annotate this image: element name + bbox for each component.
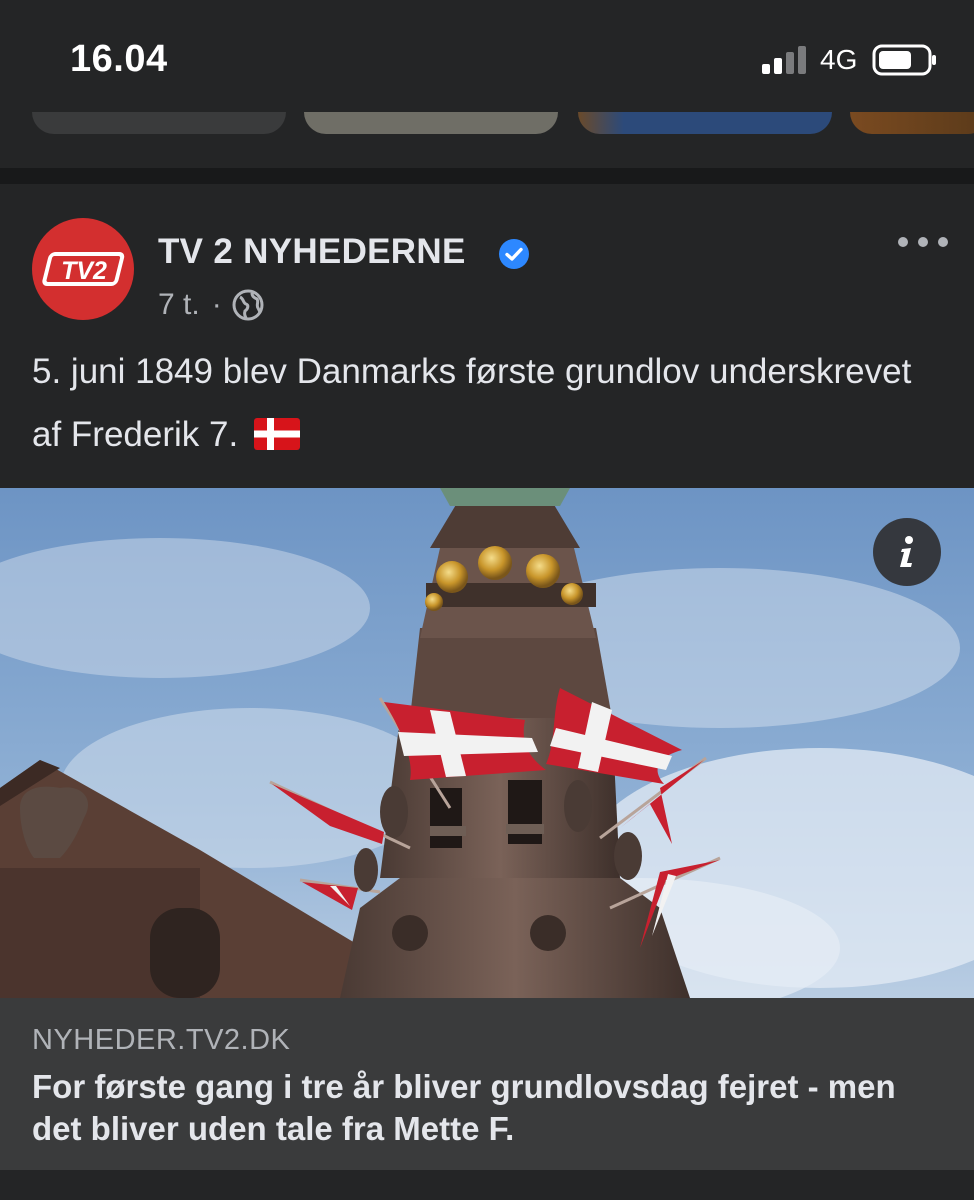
feed-post: TV2 TV 2 NYHEDERNE 7 t. · 5. juni 1849 b…: [0, 184, 974, 1170]
stories-strip[interactable]: [0, 112, 974, 168]
post-image[interactable]: [0, 488, 974, 998]
page-name[interactable]: TV 2 NYHEDERNE: [158, 232, 466, 272]
status-bar: 16.04 4G: [0, 0, 974, 112]
status-time: 16.04: [70, 38, 168, 80]
network-type: 4G: [820, 44, 858, 75]
dot-icon: [898, 237, 908, 247]
page-avatar[interactable]: TV2: [32, 218, 134, 320]
post-meta: 7 t. ·: [158, 288, 264, 322]
battery-icon: [872, 44, 936, 76]
ad-info-button[interactable]: [873, 518, 941, 586]
post-time[interactable]: 7 t.: [158, 288, 200, 322]
denmark-flag-icon: [253, 418, 300, 450]
post-text-body: 5. juni 1849 blev Danmarks første grundl…: [32, 352, 912, 454]
svg-text:TV2: TV2: [61, 257, 107, 285]
story-card[interactable]: [304, 112, 558, 134]
dot-icon: [938, 237, 948, 247]
post-options-button[interactable]: [898, 228, 948, 256]
link-title: For første gang i tre år bliver grundlov…: [32, 1068, 896, 1147]
meta-separator: ·: [211, 288, 222, 321]
signal-bars-icon: [762, 46, 806, 74]
story-card[interactable]: [32, 112, 286, 134]
link-preview[interactable]: NYHEDER.TV2.DK For første gang i tre år …: [0, 998, 974, 1170]
feed-bottom: [0, 1170, 974, 1200]
story-card[interactable]: [578, 112, 832, 134]
tv2-logo-icon: TV2: [42, 252, 125, 286]
story-card[interactable]: [850, 112, 974, 134]
info-icon: [900, 536, 913, 567]
globe-icon: [232, 289, 264, 321]
christiansborg-tower-photo: [0, 488, 974, 998]
dot-icon: [918, 237, 928, 247]
verified-badge-icon: [499, 239, 529, 269]
feed-separator: [0, 168, 974, 184]
link-domain: NYHEDER.TV2.DK: [32, 1024, 291, 1056]
post-text: 5. juni 1849 blev Danmarks første grundl…: [32, 340, 932, 466]
